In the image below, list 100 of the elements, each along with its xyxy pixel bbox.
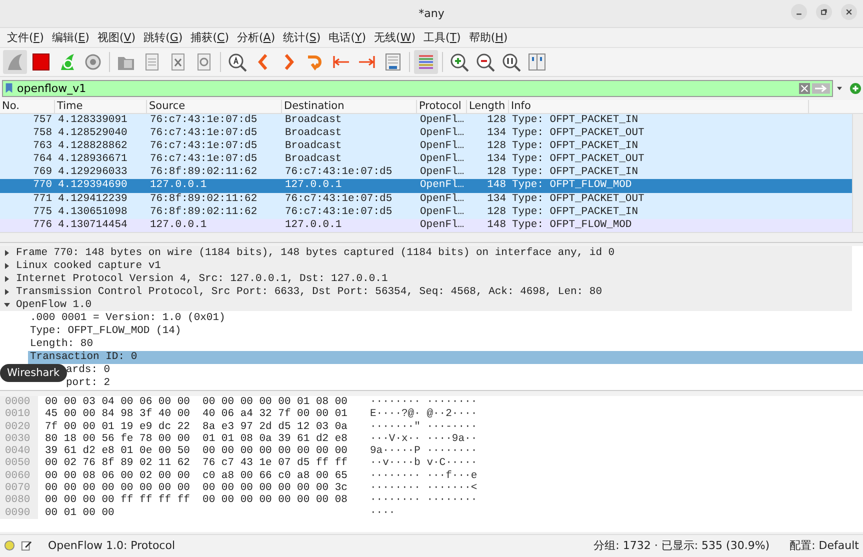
packet-row[interactable]: 769 4.129296033 76:8f:89:02:11:62 76:c7:43:1e:07:d5 OpenFl… 128 Type: OFPT_PACKET_IN	[0, 166, 852, 180]
table-cell-text: Type: OFPT_PACKET_IN	[511, 140, 640, 154]
close-icon[interactable]	[841, 4, 857, 20]
tree-item[interactable]: Frame 770: 148 bytes on wire (1184 bits), 148 bytes captured (1184 bits) on interface any, id 0	[0, 246, 852, 260]
caret-icon[interactable]	[836, 86, 843, 90]
hex-bytes: 00 00 08 06 00 02 00 00 c0 a8 00 66 c0 a8 00 65	[44, 470, 348, 482]
menu-item[interactable]: 工具(T)	[420, 30, 465, 45]
packet-row[interactable]: 776 4.130714454 127.0.0.1 127.0.0.1 OpenFl… 148 Type: OFPT_FLOW_MOD	[0, 218, 852, 232]
column-header[interactable]: Time	[55, 100, 147, 113]
table-cell-text: 76:c7:43:1e:07:d5	[284, 166, 394, 180]
display-filter-field[interactable]: openflow_v1	[15, 81, 797, 95]
offset-label: 0050	[0, 457, 38, 470]
filter-field[interactable]: openflow_v1	[2, 80, 833, 96]
table-cell-text: 76:c7:43:1e:07:d5	[149, 140, 258, 153]
table-cell-text: 134	[486, 127, 507, 140]
packet-row[interactable]: 758 4.128529040 76:c7:43:1e:07:d5 Broadcast OpenFl… 134 Type: OFPT_PACKET_OUT	[0, 127, 852, 140]
menu-item[interactable]: 帮助(H)	[464, 30, 512, 45]
table-cell-text: 4.128339091	[57, 114, 128, 128]
hex-bytes: 00 01 00 00	[44, 506, 116, 519]
ascii-text: ···V·x·· ····9a··	[370, 432, 478, 446]
packet-row[interactable]: 775 4.130651098 76:8f:89:02:11:62 76:c7:43:1e:07:d5 OpenFl… 128 Type: OFPT_PACKET_IN	[0, 206, 852, 219]
tree-item[interactable]: Transaction ID: 0	[28, 350, 863, 364]
tree-item[interactable]: Transmission Control Protocol, Src Port: 6633, Dst Port: 56354, Seq: 4568, Ack: 4698, Len: 80	[0, 285, 852, 298]
tree-item[interactable]: Length: 80	[28, 338, 94, 351]
table-cell-text: OpenFl…	[419, 114, 466, 127]
table-cell-text: 4.128529040	[57, 127, 128, 140]
table-cell-text: 134	[486, 153, 507, 166]
table-cell-text: 128	[486, 206, 507, 219]
tree-item[interactable]: Internet Protocol Version 4, Src: 127.0.0.1, Dst: 127.0.0.1	[0, 272, 852, 286]
minimize-icon[interactable]	[791, 4, 807, 20]
status-dot-icon[interactable]	[4, 540, 15, 550]
apply-arrow-icon[interactable]	[812, 82, 830, 94]
table-cell-text: 76:c7:43:1e:07:d5	[149, 127, 258, 140]
table-cell-text: 4.129412239	[57, 192, 128, 206]
menu-item[interactable]: 捕获(C)	[186, 30, 233, 45]
table-cell-text: 134	[486, 192, 507, 206]
offset-label: 0060	[0, 470, 38, 482]
table-cell-text: OpenFl…	[419, 218, 466, 232]
table-cell-text: Type: OFPT_FLOW_MOD	[511, 218, 633, 232]
scrollbar[interactable]	[852, 114, 863, 232]
clear-icon[interactable]	[799, 82, 810, 94]
tree-item-label: Internet Protocol Version 4, Src: 127.0.0.1, Dst: 127.0.0.1	[16, 272, 388, 285]
table-cell-text: Broadcast	[284, 114, 343, 127]
table-cell-text: OpenFl…	[419, 166, 466, 179]
tree-item-label: Linux cooked capture v1	[16, 260, 161, 272]
packet-count: 分组: 1732 · 已显示: 535 (30.9%)	[594, 538, 770, 552]
tree-item[interactable]: ards: 0	[64, 364, 110, 377]
table-cell-text: 128	[486, 114, 507, 128]
table-cell-text: 758	[32, 127, 53, 140]
hex-bytes: 00 00 00 00 00 00 00 00 00 00 00 00 00 00 00 3c	[44, 482, 348, 494]
packet-row[interactable]: 763 4.128828862 76:c7:43:1e:07:d5 Broadcast OpenFl… 128 Type: OFPT_PACKET_IN	[0, 140, 852, 154]
table-cell-text: 148	[486, 179, 507, 193]
table-cell-text: 76:c7:43:1e:07:d5	[149, 114, 258, 127]
add-filter-icon[interactable]	[850, 82, 861, 94]
tree-item[interactable]: .000 0001 = Version: 1.0 (0x01)	[28, 312, 226, 325]
hex-bytes: 00 02 76 8f 89 02 11 62 76 c7 43 1e 07 d5 ff ff	[44, 457, 348, 470]
table-cell-text: 771	[32, 192, 53, 206]
column-header[interactable]: Protocol	[417, 100, 467, 113]
menu-item[interactable]: 电话(Y)	[324, 30, 370, 45]
packet-row[interactable]: 764 4.128936671 76:c7:43:1e:07:d5 Broadcast OpenFl… 134 Type: OFPT_PACKET_OUT	[0, 153, 852, 166]
table-cell-text: 770	[32, 179, 53, 193]
table-cell-text: Type: OFPT_PACKET_IN	[511, 206, 640, 219]
table-cell-text: 764	[32, 153, 53, 166]
ascii-text: ········ ········	[370, 494, 478, 507]
column-header[interactable]: Length	[467, 100, 509, 113]
tree-item[interactable]: OpenFlow 1.0	[0, 298, 852, 312]
tree-item[interactable]: port: 2	[64, 376, 110, 390]
menu-item[interactable]: 统计(S)	[279, 30, 325, 45]
offset-label: 0090	[0, 506, 38, 519]
profile-label[interactable]: 配置: Default	[790, 538, 859, 552]
column-header[interactable]: Info	[509, 100, 809, 113]
colorize-icon[interactable]	[414, 50, 438, 74]
menu-item[interactable]: 文件(F)	[3, 30, 48, 45]
restore-icon[interactable]	[816, 4, 832, 20]
table-cell-text: 4.129296033	[57, 166, 128, 180]
column-header[interactable]: Destination	[282, 100, 417, 113]
hex-bytes: 00 00 03 04 00 06 00 00 00 00 00 00 00 01 08 00	[44, 396, 348, 408]
packet-row[interactable]: 771 4.129412239 76:8f:89:02:11:62 76:c7:43:1e:07:d5 OpenFl… 134 Type: OFPT_PACKET_OUT	[0, 192, 852, 206]
table-cell-text: Type: OFPT_PACKET_IN	[511, 166, 640, 180]
packet-row[interactable]: 757 4.128339091 76:c7:43:1e:07:d5 Broadcast OpenFl… 128 Type: OFPT_PACKET_IN	[0, 114, 852, 128]
scrollbar[interactable]	[0, 232, 863, 242]
column-header[interactable]: No.	[0, 100, 55, 113]
offset-label: 0040	[0, 445, 38, 458]
bookmark-icon[interactable]	[5, 82, 13, 94]
menu-item[interactable]: 无线(W)	[370, 30, 420, 45]
column-header[interactable]: Source	[147, 100, 282, 113]
tree-item-label: Transmission Control Protocol, Src Port: 6633, Dst Port: 56354, Seq: 4568, Ack: 4698, Len: 80	[16, 286, 602, 298]
table-cell-text: 4.128828862	[57, 140, 128, 154]
offset-label: 0020	[0, 420, 38, 433]
menu-item[interactable]: 跳转(G)	[140, 30, 187, 45]
tree-item[interactable]: Linux cooked capture v1	[0, 259, 852, 272]
menu-item[interactable]: 视图(V)	[93, 30, 140, 45]
packet-row[interactable]: 770 4.129394690 127.0.0.1 127.0.0.1 OpenFl… 148 Type: OFPT_FLOW_MOD	[0, 179, 852, 193]
tree-item[interactable]: Type: OFPT_FLOW_MOD (14)	[28, 324, 182, 338]
table-cell-text: Broadcast	[284, 153, 343, 166]
hex-bytes: 39 61 d2 e8 01 0e 00 50 00 00 00 00 00 00 00 00	[44, 445, 348, 458]
menu-item[interactable]: 编辑(E)	[48, 30, 94, 45]
menu-item[interactable]: 分析(A)	[233, 30, 280, 45]
edit-icon[interactable]	[21, 540, 32, 550]
hex-bytes: 00 00 00 00 ff ff ff ff 00 00 00 00 00 00 00 08	[44, 494, 348, 507]
